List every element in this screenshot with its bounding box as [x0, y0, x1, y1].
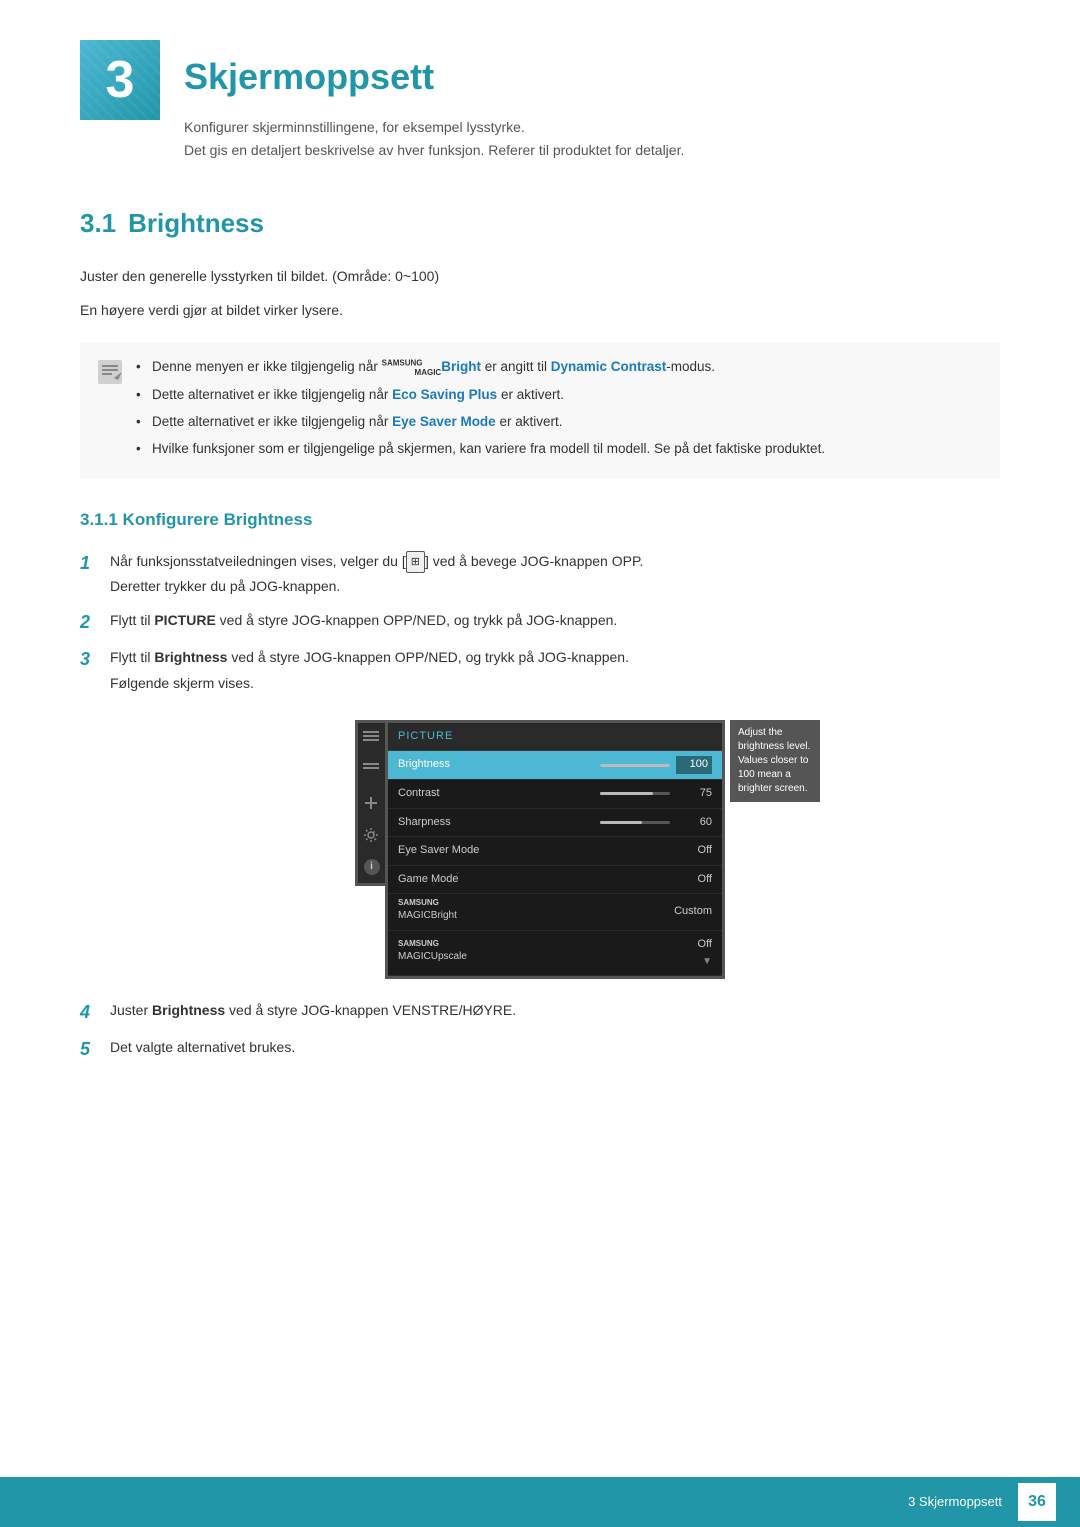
- sidebar-icon-info: i: [364, 859, 380, 875]
- step-5: 5 Det valgte alternativet brukes.: [80, 1036, 1000, 1063]
- menu-items: Brightness 100 Contrast: [388, 751, 722, 975]
- subsection-title: 3.1.1 Konfigurere Brightness: [80, 506, 1000, 533]
- step-number-1: 1: [80, 550, 100, 577]
- step-1: 1 Når funksjonsstatveiledningen vises, v…: [80, 550, 1000, 600]
- note-item-3: Dette alternativet er ikke tilgjengelig …: [136, 411, 984, 434]
- bar-track-sharpness: [600, 821, 670, 824]
- bar-track-brightness: [600, 764, 670, 767]
- menu-label-magic-bright: SAMSUNG MAGICBright: [398, 899, 457, 925]
- note-item-1: Denne menyen er ikke tilgjengelig når SA…: [136, 356, 984, 379]
- section-number: 3.1: [80, 208, 116, 238]
- step-number-3: 3: [80, 646, 100, 673]
- section-intro1: Juster den generelle lysstyrken til bild…: [80, 265, 1000, 289]
- note-icon: [96, 358, 124, 386]
- down-arrow-indicator: ▼: [702, 954, 712, 970]
- chapter-number: 3: [106, 54, 135, 106]
- monitor-sidebar: i: [355, 720, 385, 886]
- chapter-header: 3 Skjermoppsett Konfigurer skjerminnstil…: [80, 40, 1000, 163]
- picture-menu-header: PICTURE: [388, 723, 722, 752]
- menu-label-brightness: Brightness: [398, 756, 450, 774]
- menu-item-eye-saver: Eye Saver Mode Off: [388, 837, 722, 866]
- steps-list-cont: 4 Juster Brightness ved å styre JOG-knap…: [80, 999, 1000, 1063]
- menu-value-game-mode: Off: [676, 871, 712, 889]
- step-number-2: 2: [80, 609, 100, 636]
- bar-fill-contrast: [600, 792, 653, 795]
- menu-item-contrast: Contrast 75: [388, 780, 722, 809]
- step4-brightness: Brightness: [152, 1002, 225, 1018]
- note-content: Denne menyen er ikke tilgjengelig når SA…: [136, 356, 984, 464]
- step2-picture: PICTURE: [154, 612, 215, 628]
- step-content-3: Flytt til Brightness ved å styre JOG-kna…: [110, 646, 1000, 696]
- note-item-2: Dette alternativet er ikke tilgjengelig …: [136, 384, 984, 407]
- upscale-val-container: Off ▼: [676, 936, 712, 970]
- menu-label-sharpness: Sharpness: [398, 814, 451, 832]
- menu-item-magic-bright: SAMSUNG MAGICBright Custom: [388, 894, 722, 931]
- menu-bar-contrast: 75: [600, 785, 712, 803]
- section-intro2: En høyere verdi gjør at bildet virker ly…: [80, 299, 1000, 323]
- step-content-5: Det valgte alternativet brukes.: [110, 1036, 1000, 1060]
- menu-bar-brightness: 100: [600, 756, 712, 774]
- step-3: 3 Flytt til Brightness ved å styre JOG-k…: [80, 646, 1000, 696]
- chapter-desc2: Det gis en detaljert beskrivelse av hver…: [184, 139, 684, 163]
- subsection-number: 3.1.1: [80, 510, 118, 529]
- step-2: 2 Flytt til PICTURE ved å styre JOG-knap…: [80, 609, 1000, 636]
- chapter-number-box: 3: [80, 40, 160, 120]
- menu-label-contrast: Contrast: [398, 785, 440, 803]
- section-title: 3.1 Brightness: [80, 203, 1000, 245]
- bar-track-contrast: [600, 792, 670, 795]
- note-list: Denne menyen er ikke tilgjengelig når SA…: [136, 356, 984, 460]
- menu-item-brightness: Brightness 100: [388, 751, 722, 780]
- menu-label-game-mode: Game Mode: [398, 871, 459, 889]
- step-sub-1: Deretter trykker du på JOG-knappen.: [110, 575, 1000, 599]
- menu-item-sharpness: Sharpness 60: [388, 809, 722, 838]
- step-content-1: Når funksjonsstatveiledningen vises, vel…: [110, 550, 1000, 600]
- bar-fill-brightness: [600, 764, 670, 767]
- section-title-text: Brightness: [128, 208, 264, 238]
- menu-tooltip: Adjust the brightness level. Values clos…: [730, 720, 820, 802]
- monitor-screen: PICTURE Brightness 100: [385, 720, 725, 979]
- menu-value-contrast: 75: [676, 785, 712, 803]
- step-content-4: Juster Brightness ved å styre JOG-knappe…: [110, 999, 1000, 1023]
- steps-list: 1 Når funksjonsstatveiledningen vises, v…: [80, 550, 1000, 696]
- step3-brightness: Brightness: [154, 649, 227, 665]
- menu-value-magic-upscale: Off: [676, 936, 712, 954]
- sidebar-icon-gear: [363, 827, 381, 841]
- menu-item-game-mode: Game Mode Off: [388, 866, 722, 895]
- menu-label-eye-saver: Eye Saver Mode: [398, 842, 479, 860]
- step-content-2: Flytt til PICTURE ved å styre JOG-knappe…: [110, 609, 1000, 633]
- kbd-icon-1: ⊞: [406, 551, 425, 574]
- monitor-container: i PICTURE Brightness 100: [80, 720, 1000, 979]
- menu-value-brightness: 100: [676, 756, 712, 774]
- sidebar-icon-cross: [363, 795, 381, 809]
- chapter-title-block: Skjermoppsett Konfigurer skjerminnstilli…: [184, 40, 684, 163]
- step-4: 4 Juster Brightness ved å styre JOG-knap…: [80, 999, 1000, 1026]
- menu-item-magic-upscale: SAMSUNG MAGICUpscale Off ▼: [388, 931, 722, 976]
- footer-page-number: 36: [1018, 1483, 1056, 1521]
- sidebar-icon-menu: [363, 731, 381, 745]
- step-number-5: 5: [80, 1036, 100, 1063]
- menu-value-sharpness: 60: [676, 814, 712, 832]
- menu-value-eye-saver: Off: [676, 842, 712, 860]
- step-sub-3: Følgende skjerm vises.: [110, 672, 1000, 696]
- menu-bar-sharpness: 60: [600, 814, 712, 832]
- sidebar-icon-lines2: [363, 763, 381, 777]
- note-box: Denne menyen er ikke tilgjengelig når SA…: [80, 342, 1000, 478]
- monitor-relative: PICTURE Brightness 100: [385, 720, 725, 979]
- menu-label-magic-upscale: SAMSUNG MAGICUpscale: [398, 940, 467, 966]
- subsection-title-text: Konfigurere Brightness: [123, 510, 313, 529]
- chapter-title: Skjermoppsett: [184, 48, 684, 106]
- page-footer: 3 Skjermoppsett 36: [0, 1477, 1080, 1527]
- step-number-4: 4: [80, 999, 100, 1026]
- menu-value-magic-bright: Custom: [674, 903, 712, 921]
- bar-fill-sharpness: [600, 821, 642, 824]
- monitor-wrapper: i PICTURE Brightness 100: [355, 720, 725, 979]
- note-item-4: Hvilke funksjoner som er tilgjengelige p…: [136, 438, 984, 461]
- chapter-desc1: Konfigurer skjerminnstillingene, for eks…: [184, 116, 684, 140]
- footer-chapter-label: 3 Skjermoppsett: [908, 1492, 1002, 1513]
- footer-content: 3 Skjermoppsett 36: [908, 1483, 1056, 1521]
